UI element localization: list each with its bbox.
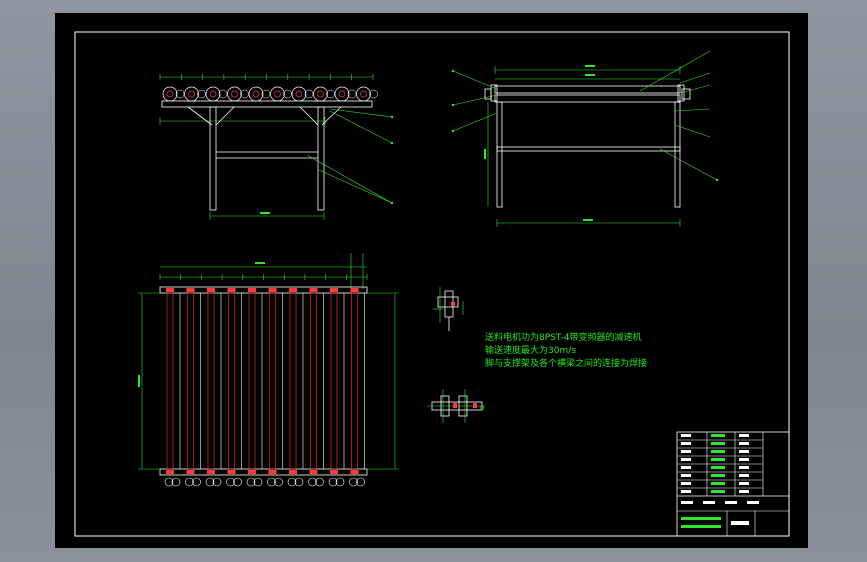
drawing-canvas: 送料电机功为8PST-4带变频器的减速机 输送速度最大为30m/s 脚与支撑架及… — [74, 31, 790, 537]
front-view — [159, 74, 394, 220]
note-line-1: 送料电机功为8PST-4带变频器的减速机 — [485, 331, 642, 343]
cad-viewport: 送料电机功为8PST-4带变频器的减速机 输送速度最大为30m/s 脚与支撑架及… — [0, 0, 867, 562]
note-line-2: 输送速度最大为30m/s — [485, 344, 576, 356]
note-line-3: 脚与支撑架及各个横梁之间的连接为焊接 — [485, 357, 647, 369]
detail-view-2 — [427, 389, 485, 423]
detail-view-1 — [433, 287, 464, 331]
plan-view — [138, 253, 399, 487]
side-view — [451, 50, 719, 227]
technical-notes: 送料电机功为8PST-4带变频器的减速机 输送速度最大为30m/s 脚与支撑架及… — [485, 331, 647, 369]
title-block — [676, 431, 790, 537]
drawing-sheet: 送料电机功为8PST-4带变频器的减速机 输送速度最大为30m/s 脚与支撑架及… — [55, 13, 808, 548]
